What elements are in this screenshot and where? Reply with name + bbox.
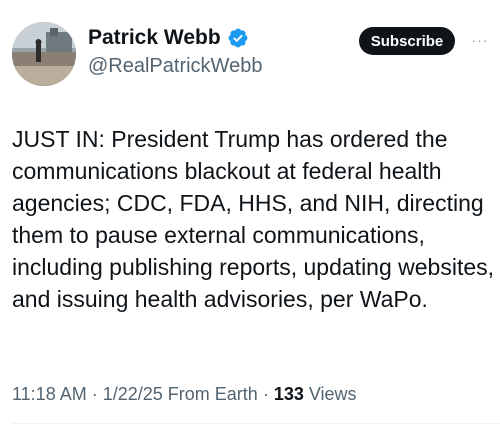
author-name[interactable]: Patrick Webb [88,26,221,50]
author-handle[interactable]: @RealPatrickWebb [88,55,262,78]
tweet-source: From Earth [167,384,258,404]
author-name-row: Patrick Webb [88,26,249,50]
avatar[interactable] [12,22,76,86]
tweet-time[interactable]: 11:18 AM [12,384,87,405]
tweet-text: JUST IN: President Trump has ordered the… [12,126,495,312]
more-options-icon[interactable]: ··· [468,28,492,52]
tweet-card: Patrick Webb @RealPatrickWebb Subscribe … [0,0,500,432]
divider [12,423,500,424]
views-count: 133 [273,384,304,404]
verified-badge-icon [227,27,249,49]
tweet-meta: 11:18 AM · 1/22/25 From Earth · 133 View… [12,384,357,405]
meta-separator: · [262,384,269,404]
subscribe-button[interactable]: Subscribe [359,27,455,55]
meta-separator: · [91,384,98,404]
views-label: Views [308,384,357,404]
tweet-date[interactable]: 1/22/25 [103,384,163,405]
